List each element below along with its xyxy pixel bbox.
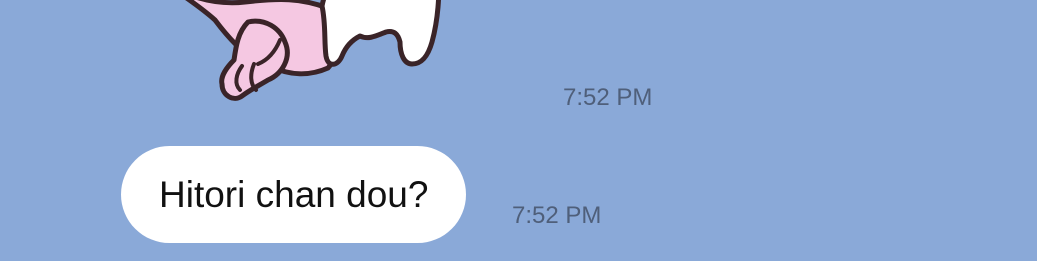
message-timestamp: 7:52 PM <box>512 202 602 229</box>
message-bubble[interactable]: Hitori chan dou? <box>121 146 467 243</box>
message-text: Hitori chan dou? <box>159 173 429 215</box>
chat-area: 7:52 PM Hitori chan dou? 7:52 PM <box>0 0 1037 261</box>
sticker-timestamp: 7:52 PM <box>563 84 653 111</box>
bunny-sticker-icon[interactable] <box>150 0 450 105</box>
